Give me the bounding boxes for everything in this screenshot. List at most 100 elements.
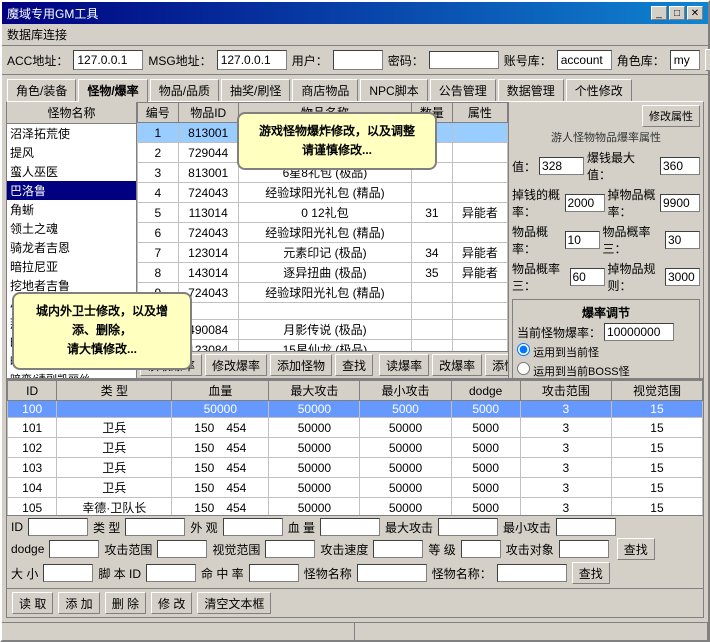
detail-size[interactable] — [43, 564, 93, 582]
drop-rate-input[interactable] — [565, 194, 605, 212]
acc-input[interactable] — [73, 50, 143, 70]
tab-personal[interactable]: 个性修改 — [566, 79, 632, 101]
table-row[interactable]: 3 813001 6星8礼包 (极品) — [138, 163, 508, 183]
detail-level[interactable] — [461, 540, 501, 558]
table-row[interactable]: 9 724043 经验球阳光礼包 (精品) — [138, 283, 508, 303]
tab-npc-script[interactable]: NPC脚本 — [360, 79, 427, 101]
item-rate3-input[interactable] — [570, 268, 605, 286]
status-bar — [2, 622, 708, 640]
modify-rate-button[interactable]: 修改爆率 — [205, 354, 267, 376]
db-input[interactable] — [557, 50, 612, 70]
detail-atk-target[interactable] — [559, 540, 609, 558]
find-button[interactable]: 查找 — [335, 354, 373, 376]
table-row[interactable]: 1 813001 6星8礼包(伟... — [138, 123, 508, 143]
detail-max-atk[interactable] — [438, 518, 498, 536]
monster-item-1[interactable]: 提风 — [7, 143, 136, 162]
detail-monster-name2[interactable] — [497, 564, 567, 582]
tab-announce[interactable]: 公告管理 — [430, 79, 496, 101]
item-rate1-input[interactable] — [565, 231, 600, 249]
monster-item-2[interactable]: 蛮人巫医 — [7, 162, 136, 181]
monster-item-11[interactable]: 暗蛮士魔宠 — [7, 333, 136, 352]
detail-appear[interactable] — [223, 518, 283, 536]
radio-current[interactable] — [517, 343, 530, 356]
tab-data-manage[interactable]: 数据管理 — [498, 79, 564, 101]
add-monster-button[interactable]: 添加怪物 — [270, 354, 332, 376]
close-button[interactable]: ✕ — [687, 6, 703, 20]
drop-item-input[interactable] — [660, 194, 700, 212]
clear-button[interactable]: 清空文本框 — [197, 592, 271, 614]
tab-item-quality[interactable]: 物品/品质 — [150, 79, 219, 101]
detail-atk-range[interactable] — [157, 540, 207, 558]
modify-attr-button[interactable]: 修改属性 — [642, 105, 700, 127]
pwd-input[interactable] — [429, 51, 499, 69]
table-row[interactable]: 4 724043 经验球阳光礼包 (精品) — [138, 183, 508, 203]
table-row[interactable]: 11 490084 月影传说 (极品) — [138, 320, 508, 340]
monster-item-12[interactable]: 暗蛮士魔宠前期 — [7, 352, 136, 370]
detail-script[interactable] — [146, 564, 196, 582]
monster-item-10[interactable]: 那你!哦倒哦 — [7, 314, 136, 333]
monster-name2-label: 怪物名称： — [432, 565, 492, 582]
user-input[interactable] — [333, 50, 383, 70]
monster-item-5[interactable]: 领土之魂 — [7, 219, 136, 238]
current-rate-input[interactable] — [604, 323, 674, 341]
monster-item-6[interactable]: 骑龙者吉恩 — [7, 238, 136, 257]
radio-boss[interactable] — [517, 362, 530, 375]
table-row[interactable]: 5 113014 0 12礼包 31 异能者 — [138, 203, 508, 223]
guard-row[interactable]: 100 50000 50000 5000 5000 3 15 — [8, 401, 703, 418]
minimize-button[interactable]: _ — [651, 6, 667, 20]
monster-item-7[interactable]: 暗拉尼亚 — [7, 257, 136, 276]
tab-shop-item[interactable]: 商店物品 — [292, 79, 358, 101]
guard-row[interactable]: 104 卫兵 150 454 50000 50000 5000 3 15 — [8, 478, 703, 498]
table-row[interactable]: 2 729044 8星G型幻兽升礼包(极品) — [138, 143, 508, 163]
monster-item-8[interactable]: 挖地者吉鲁 — [7, 276, 136, 295]
tab-lottery[interactable]: 抽奖/刷怪 — [221, 79, 290, 101]
detail-dodge[interactable] — [49, 540, 99, 558]
detail-id[interactable] — [28, 518, 88, 536]
monster-item-3[interactable]: 巴洛鲁 — [7, 181, 136, 200]
delete-button[interactable]: 删 除 — [105, 592, 146, 614]
tab-monster-rate[interactable]: 怪物/爆率 — [78, 79, 147, 102]
monster-item-4[interactable]: 角蜥 — [7, 200, 136, 219]
read-button[interactable]: 读 取 — [12, 592, 53, 614]
monster-item-0[interactable]: 沼泽拓荒使 — [7, 124, 136, 143]
read-rate-button[interactable]: 读取爆率 — [140, 354, 202, 376]
disconnect-button[interactable]: 断开 — [705, 49, 710, 71]
items-table-scroll[interactable]: 编号 物品ID 物品名称 数量 属性 1 813001 6星8礼 — [137, 102, 508, 351]
guard-table-scroll[interactable]: ID 类 型 血量 最大攻击 最小攻击 dodge 攻击范围 视觉范围 100 — [7, 380, 703, 515]
item-rate2-input[interactable] — [665, 231, 700, 249]
monster-item-9[interactable]: 小气鬼皮皮 — [7, 295, 136, 314]
tab-role-equip[interactable]: 角色/装备 — [7, 79, 76, 101]
max-input[interactable] — [660, 157, 700, 175]
detail-cmd-rate[interactable] — [249, 564, 299, 582]
table-row[interactable]: 8 143014 逐异扭曲 (极品) 35 异能者 — [138, 263, 508, 283]
maximize-button[interactable]: □ — [669, 6, 685, 20]
item-rule-input[interactable] — [665, 268, 700, 286]
detail-hp[interactable] — [320, 518, 380, 536]
detail-view-range[interactable] — [265, 540, 315, 558]
detail-monster-name[interactable] — [357, 564, 427, 582]
guard-row[interactable]: 105 幸德·卫队长 150 454 50000 50000 5000 3 15 — [8, 498, 703, 516]
guard-row[interactable]: 103 卫兵 150 454 50000 50000 5000 3 15 — [8, 458, 703, 478]
detail-min-atk[interactable] — [556, 518, 616, 536]
modify-button[interactable]: 修 改 — [151, 592, 192, 614]
detail-atk-speed[interactable] — [373, 540, 423, 558]
monster-item-13[interactable]: 暗蛮/请副凯丽丝 — [7, 370, 136, 378]
table-row[interactable]: 10 — [138, 303, 508, 320]
role-input[interactable] — [670, 50, 700, 70]
add-monster-btn2[interactable]: 添怪物 — [485, 354, 508, 376]
read-rate-btn2[interactable]: 读爆率 — [379, 354, 429, 376]
modify-rate-btn2[interactable]: 改爆率 — [432, 354, 482, 376]
guard-row[interactable]: 101 卫兵 150 454 50000 50000 5000 3 15 — [8, 418, 703, 438]
detail-type[interactable] — [125, 518, 185, 536]
find-detail-btn[interactable]: 查找 — [617, 538, 655, 560]
table-row[interactable]: 12 123084 15星仙龙 (极品) — [138, 340, 508, 352]
add-button[interactable]: 添 加 — [58, 592, 99, 614]
guard-row[interactable]: 102 卫兵 150 454 50000 50000 5000 3 15 — [8, 438, 703, 458]
table-row[interactable]: 7 123014 元素印记 (极品) 34 异能者 — [138, 243, 508, 263]
table-row[interactable]: 6 724043 经验球阳光礼包 (精品) — [138, 223, 508, 243]
msg-input[interactable] — [217, 50, 287, 70]
msg-label: MSG地址： — [148, 52, 211, 69]
menu-db-connect[interactable]: 数据库连接 — [7, 26, 67, 43]
value-input[interactable] — [539, 157, 584, 175]
find-detail-btn2[interactable]: 查找 — [572, 562, 610, 584]
